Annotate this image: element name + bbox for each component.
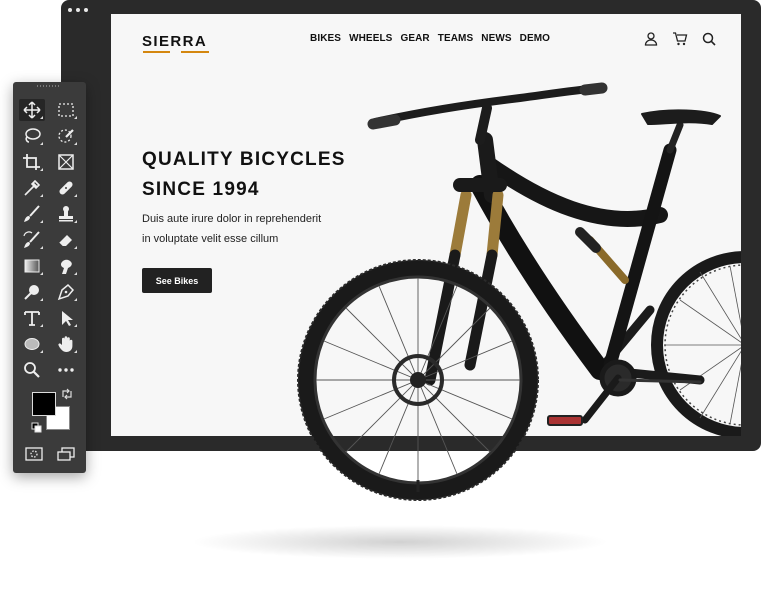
eyedropper-icon[interactable] [19, 177, 45, 199]
pen-icon[interactable] [53, 281, 79, 303]
zoom-icon[interactable] [19, 359, 45, 381]
site-logo[interactable]: SIERRA [142, 33, 207, 50]
brush-icon[interactable] [19, 203, 45, 225]
nav-demo[interactable]: DEMO [520, 33, 550, 44]
tools-panel [13, 82, 86, 473]
healing-icon[interactable] [53, 177, 79, 199]
see-bikes-button[interactable]: See Bikes [142, 268, 212, 293]
quick-mask-icon[interactable] [24, 446, 44, 462]
hero-title-line: QUALITY BICYCLES [142, 149, 346, 170]
user-icon[interactable] [643, 31, 659, 47]
path-select-icon[interactable] [53, 307, 79, 329]
hero-description: Duis aute irure dolor in reprehenderit i… [142, 209, 321, 249]
cart-icon[interactable] [672, 31, 688, 47]
hand-icon[interactable] [53, 333, 79, 355]
marquee-icon[interactable] [53, 99, 79, 121]
header-icons [643, 31, 717, 47]
more-icon[interactable] [53, 359, 79, 381]
move-icon[interactable] [19, 99, 45, 121]
crop-icon[interactable] [19, 151, 45, 173]
swap-colors-icon[interactable] [61, 388, 73, 400]
window-menu-dots[interactable] [68, 8, 88, 12]
panel-grip[interactable] [37, 85, 61, 87]
hero-title: QUALITY BICYCLES SINCE 1994 [142, 145, 346, 205]
bike-shadow [190, 525, 610, 559]
ellipse-icon[interactable] [19, 333, 45, 355]
hero-text-line: Duis aute irure dolor in reprehenderit [142, 213, 322, 225]
hero-text-line: in voluptate velit esse cillum [142, 233, 279, 245]
lasso-icon[interactable] [19, 125, 45, 147]
nav-wheels[interactable]: WHEELS [349, 33, 392, 44]
hero-title-line: SINCE 1994 [142, 179, 260, 200]
website-viewport: SIERRA BIKES WHEELS GEAR TEAMS NEWS DEMO… [111, 14, 741, 436]
main-nav: BIKES WHEELS GEAR TEAMS NEWS DEMO [310, 33, 550, 44]
browser-window: SIERRA BIKES WHEELS GEAR TEAMS NEWS DEMO… [61, 0, 761, 451]
smudge-icon[interactable] [53, 255, 79, 277]
gradient-icon[interactable] [19, 255, 45, 277]
stamp-icon[interactable] [53, 203, 79, 225]
quick-select-icon[interactable] [53, 125, 79, 147]
dodge-icon[interactable] [19, 281, 45, 303]
default-colors-icon[interactable] [31, 422, 43, 434]
logo-underline [143, 51, 209, 53]
frame-icon[interactable] [53, 151, 79, 173]
history-brush-icon[interactable] [19, 229, 45, 251]
eraser-icon[interactable] [53, 229, 79, 251]
nav-gear[interactable]: GEAR [400, 33, 429, 44]
search-icon[interactable] [701, 31, 717, 47]
foreground-color-swatch[interactable] [32, 392, 56, 416]
nav-news[interactable]: NEWS [481, 33, 511, 44]
nav-bikes[interactable]: BIKES [310, 33, 341, 44]
nav-teams[interactable]: TEAMS [438, 33, 474, 44]
type-icon[interactable] [19, 307, 45, 329]
screen-mode-icon[interactable] [56, 446, 76, 462]
